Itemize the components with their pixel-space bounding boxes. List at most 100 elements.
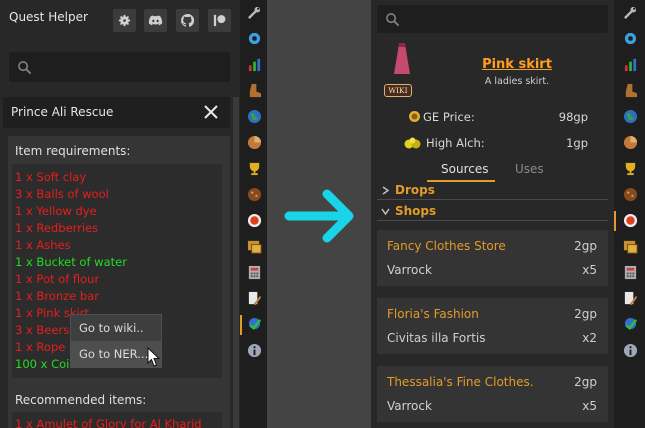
patreon-icon [213, 14, 226, 27]
drops-section-label: Drops [395, 183, 435, 197]
quest-helper-icon[interactable] [623, 317, 638, 332]
close-icon[interactable] [202, 103, 220, 121]
plugin-sidebar-right [614, 0, 645, 428]
shop-card[interactable]: Thessalia's Fine Clothes. 2gp Varrock x5 [377, 366, 608, 422]
panel-title: Quest Helper [9, 10, 88, 24]
active-tab-indicator [240, 315, 242, 335]
notes-icon[interactable] [247, 291, 262, 306]
transition-area [267, 0, 371, 428]
shops-section-label: Shops [395, 204, 437, 218]
scrollbar[interactable] [233, 97, 239, 428]
list-item[interactable]: 1 x Yellow dye [15, 204, 97, 218]
search-bar[interactable] [377, 5, 608, 33]
search-icon [18, 61, 32, 75]
list-item[interactable]: 1 x Bronze bar [15, 289, 99, 303]
plugin-sidebar-left [240, 0, 267, 428]
shop-name: Floria's Fashion [387, 307, 479, 321]
settings-button[interactable] [113, 9, 136, 32]
recommended-items-section: Recommended items: 1 x Amulet of Glory f… [8, 386, 230, 428]
shop-price: 2gp [574, 307, 597, 321]
info-icon[interactable] [247, 343, 262, 358]
wiki-button[interactable]: WIKI [384, 84, 412, 97]
quest-helper-icon[interactable] [247, 317, 262, 332]
item-info-panel: WIKI Pink skirt A ladies skirt. GE Price… [371, 0, 614, 428]
pie-icon[interactable] [247, 135, 262, 150]
list-item[interactable]: 1 x Ashes [15, 238, 71, 252]
list-item[interactable]: 1 x Pot of flour [15, 272, 99, 286]
quest-name: Prince Ali Rescue [11, 105, 114, 119]
notes-icon[interactable] [623, 291, 638, 306]
pink-skirt-icon [394, 43, 410, 74]
ge-price-label: GE Price: [423, 110, 475, 124]
list-item[interactable]: 1 x Soft clay [15, 170, 86, 184]
shop-card[interactable]: Fancy Clothes Store 2gp Varrock x5 [377, 230, 608, 286]
map-icon[interactable] [247, 239, 262, 254]
item-requirements-title: Item requirements: [15, 144, 131, 158]
wrench-icon[interactable] [247, 5, 262, 20]
cookie-icon[interactable] [623, 187, 638, 202]
list-item[interactable]: 3 x Beers [15, 323, 69, 337]
list-item[interactable]: 1 x Bucket of water [15, 255, 127, 269]
cookie-icon[interactable] [247, 187, 262, 202]
bar-chart-icon[interactable] [247, 57, 262, 72]
item-description: A ladies skirt. [484, 76, 550, 87]
discord-icon [148, 15, 163, 26]
tab-uses[interactable]: Uses [515, 162, 544, 176]
quest-helper-panel: Quest Helper Prince Ali Rescue Item requ… [0, 0, 240, 428]
ge-price-value: 98gp [558, 110, 588, 124]
shops-section-toggle[interactable]: Shops [377, 202, 608, 221]
chevron-down-icon [381, 208, 390, 216]
discord-button[interactable] [144, 9, 167, 32]
gear-icon[interactable] [623, 31, 638, 46]
orb-icon[interactable] [247, 213, 262, 228]
drops-section-toggle[interactable]: Drops [377, 181, 608, 200]
high-alch-icon [404, 137, 421, 149]
boot-icon[interactable] [247, 83, 262, 98]
wrench-icon[interactable] [623, 5, 638, 20]
item-name-link[interactable]: Pink skirt [473, 57, 561, 72]
search-input[interactable] [407, 5, 604, 33]
chevron-right-icon [382, 186, 390, 195]
gear-icon[interactable] [247, 31, 262, 46]
globe-icon[interactable] [623, 109, 638, 124]
patreon-button[interactable] [208, 9, 231, 32]
calculator-icon[interactable] [623, 265, 638, 280]
info-icon[interactable] [623, 343, 638, 358]
recommended-items-title: Recommended items: [15, 393, 147, 407]
shop-location: Civitas illa Fortis [387, 331, 486, 345]
trophy-icon[interactable] [247, 161, 262, 176]
recommended-items-list: 1 x Amulet of Glory for Al Kharid [12, 412, 222, 428]
orb-icon[interactable] [623, 213, 638, 228]
trophy-icon[interactable] [623, 161, 638, 176]
github-icon [181, 13, 195, 27]
active-tab-indicator [614, 211, 616, 231]
search-bar[interactable] [9, 52, 230, 82]
boot-icon[interactable] [623, 83, 638, 98]
shop-name: Fancy Clothes Store [387, 239, 506, 253]
pie-icon[interactable] [623, 135, 638, 150]
search-input[interactable] [39, 52, 226, 82]
mouse-cursor-icon [147, 347, 161, 367]
github-button[interactable] [176, 9, 199, 32]
map-icon[interactable] [623, 239, 638, 254]
bar-chart-icon[interactable] [623, 57, 638, 72]
high-alch-label: High Alch: [426, 136, 485, 150]
search-icon [386, 13, 400, 27]
list-item[interactable]: 1 x Rope [15, 340, 65, 354]
quest-header: Prince Ali Rescue [3, 97, 230, 128]
tab-sources[interactable]: Sources [441, 162, 488, 176]
shop-location: Varrock [387, 263, 432, 277]
arrow-right-icon [284, 189, 354, 243]
list-item[interactable]: 3 x Balls of wool [15, 187, 109, 201]
menu-item-go-to-wiki[interactable]: Go to wiki.. [71, 315, 161, 341]
list-item[interactable]: 1 x Redberries [15, 221, 98, 235]
shop-card[interactable]: Floria's Fashion 2gp Civitas illa Fortis… [377, 298, 608, 354]
shop-quantity: x5 [582, 399, 597, 413]
shop-price: 2gp [574, 375, 597, 389]
globe-icon[interactable] [247, 109, 262, 124]
shop-location: Varrock [387, 399, 432, 413]
calculator-icon[interactable] [247, 265, 262, 280]
shop-price: 2gp [574, 239, 597, 253]
list-item[interactable]: 1 x Amulet of Glory for Al Kharid [15, 417, 202, 428]
shop-quantity: x2 [582, 331, 597, 345]
